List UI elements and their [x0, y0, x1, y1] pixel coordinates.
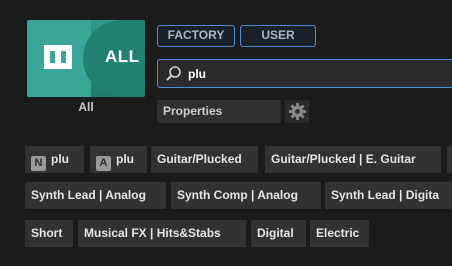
properties-settings-button[interactable] — [285, 100, 309, 123]
all-badge-icon: A — [96, 156, 111, 171]
tag-chip[interactable]: Synth Comp | Analog — [171, 182, 321, 209]
search-box[interactable] — [157, 59, 452, 88]
tag-chip-label: Short — [31, 226, 63, 240]
tag-chip[interactable]: Synth Lead | Analog — [25, 182, 166, 209]
tag-chip-name-filter[interactable]: Nplu — [25, 146, 84, 173]
tag-chip[interactable]: Synth Lead | Digita — [325, 182, 452, 209]
category-caption: All — [78, 100, 94, 114]
tag-chip-label: Electric — [316, 226, 360, 240]
name-badge-icon: N — [31, 156, 46, 171]
category-all-icon — [44, 45, 72, 69]
tag-chip-truncated[interactable] — [447, 146, 452, 173]
tab-factory[interactable]: FACTORY — [157, 25, 235, 47]
search-input[interactable] — [188, 64, 438, 83]
tag-chip-label: Guitar/Plucked | E. Guitar — [271, 152, 416, 166]
tag-chip-label: Synth Lead | Analog — [31, 188, 146, 202]
tag-chip[interactable]: Short — [25, 220, 73, 247]
tag-chip[interactable]: Digital — [251, 220, 306, 247]
tag-chip-all-filter[interactable]: Aplu — [90, 146, 147, 173]
tag-chip-label: Digital — [257, 226, 294, 240]
tab-user[interactable]: USER — [240, 25, 316, 47]
tag-chip-label: Musical FX | Hits&Stabs — [84, 226, 221, 240]
tag-chip[interactable]: Musical FX | Hits&Stabs — [78, 220, 246, 247]
tag-chip-label: Guitar/Plucked — [157, 152, 242, 166]
tag-chip-label: Synth Comp | Analog — [177, 188, 298, 202]
search-icon — [166, 66, 181, 81]
tag-chip[interactable]: Electric — [310, 220, 369, 247]
tag-chip[interactable]: Guitar/Plucked — [151, 146, 258, 173]
preset-browser-panel: ALL All FACTORY USER Properties — [0, 0, 452, 266]
gear-icon — [288, 102, 307, 121]
category-tile-all[interactable]: ALL — [27, 20, 145, 97]
tag-chip-label: Synth Lead | Digita — [331, 188, 440, 202]
tag-chip-label: plu — [51, 152, 69, 166]
tag-chip-label: plu — [116, 152, 134, 166]
tag-chip[interactable]: Guitar/Plucked | E. Guitar — [265, 146, 441, 173]
category-tile-label: ALL — [105, 47, 140, 66]
properties-button[interactable]: Properties — [157, 100, 281, 123]
